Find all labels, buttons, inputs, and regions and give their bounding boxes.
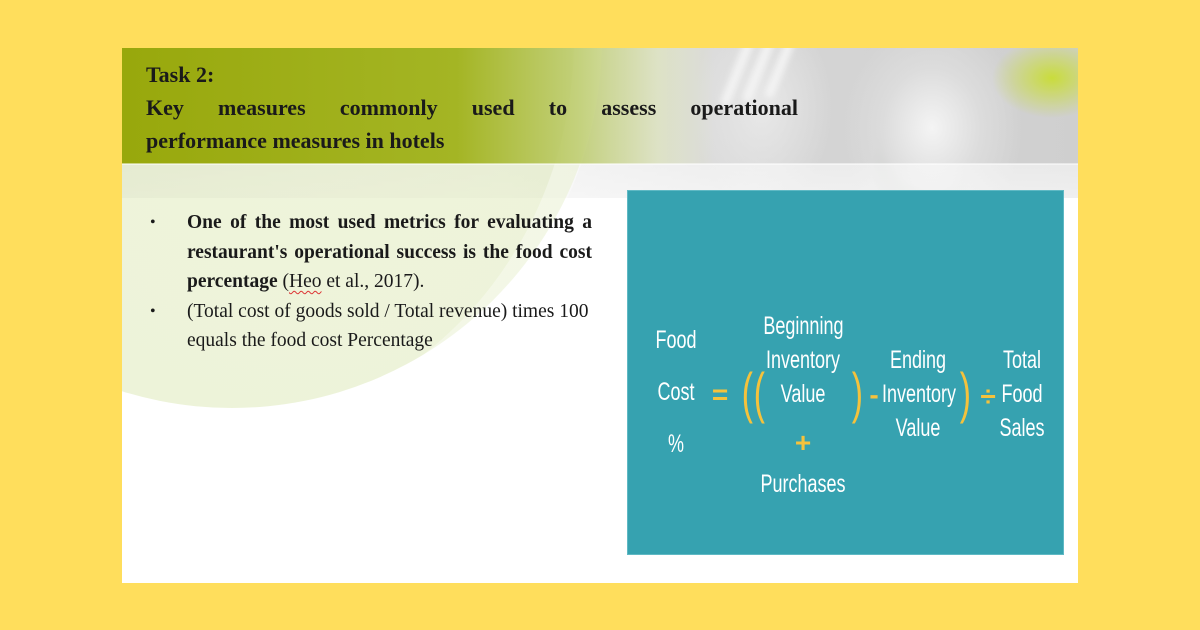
title-task-label: Task 2: bbox=[146, 62, 215, 87]
formula-word: Inventory bbox=[765, 346, 841, 374]
citation-open: ( bbox=[277, 271, 289, 292]
formula-word: Sales bbox=[999, 414, 1045, 442]
close-paren-inner: ) bbox=[851, 361, 863, 424]
formula-word: Value bbox=[895, 414, 941, 442]
formula-word: Total bbox=[1002, 346, 1042, 374]
citation-rest: et al., 2017). bbox=[321, 271, 425, 292]
slide: Task 2: Key measures commonly used to as… bbox=[122, 48, 1078, 583]
purchases-label: Purchases bbox=[760, 470, 846, 498]
formula-word: Beginning bbox=[763, 312, 844, 340]
formula-word: Value bbox=[780, 380, 826, 408]
bullet-marker: • bbox=[150, 214, 156, 231]
formula-word: Inventory bbox=[882, 380, 957, 408]
bullet-text: (Total cost of goods sold / Total revenu… bbox=[187, 300, 589, 352]
formula-lhs: Food Cost % bbox=[647, 323, 705, 461]
bullet-text: One of the most used metrics for evaluat… bbox=[187, 208, 592, 297]
slide-title: Task 2: Key measures commonly used to as… bbox=[146, 58, 798, 157]
formula-lhs-word: Food bbox=[655, 326, 697, 354]
formula-lhs-word: % bbox=[667, 430, 684, 458]
formula-word: Food bbox=[1001, 380, 1043, 408]
formula-lhs-word: Cost bbox=[657, 378, 695, 406]
bullet-item: • (Total cost of goods sold / Total reve… bbox=[146, 297, 592, 356]
header-divider bbox=[122, 163, 1078, 165]
ending-inventory-label: Ending Inventory Value bbox=[882, 343, 957, 445]
close-paren-outer: ) bbox=[959, 361, 971, 424]
bullet-list: • One of the most used metrics for evalu… bbox=[146, 208, 592, 356]
total-food-sales-label: Total Food Sales bbox=[999, 343, 1045, 445]
equals-sign: = bbox=[711, 379, 729, 410]
open-paren-outer: ( bbox=[741, 361, 753, 424]
citation-author: Heo bbox=[288, 271, 322, 292]
bullet-item: • One of the most used metrics for evalu… bbox=[146, 208, 592, 297]
beginning-inventory-label: Beginning Inventory Value bbox=[763, 309, 844, 411]
bullet-marker: • bbox=[150, 302, 156, 320]
divide-sign: ÷ bbox=[980, 381, 996, 412]
food-cost-formula-graphic: Food Cost % = ( ( Beginning Inventory Va… bbox=[627, 190, 1064, 555]
minus-sign: - bbox=[869, 379, 879, 410]
title-heading-line-1: Key measures commonly used to assess ope… bbox=[146, 95, 798, 120]
title-heading-line-2: performance measures in hotels bbox=[146, 128, 445, 153]
formula-word: Ending bbox=[889, 346, 947, 374]
plus-sign: + bbox=[794, 427, 812, 458]
